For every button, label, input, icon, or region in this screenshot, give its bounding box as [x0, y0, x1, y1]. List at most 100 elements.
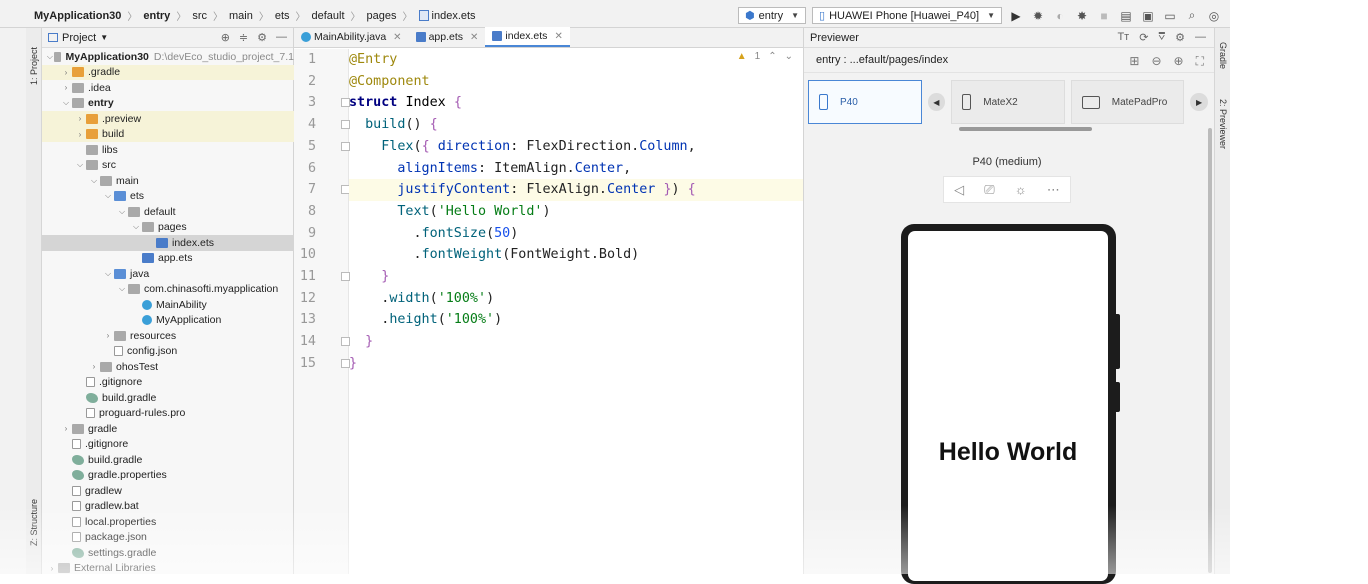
chevron-down-icon[interactable]: ⌵: [116, 207, 128, 217]
code-line[interactable]: Flex({ direction: FlexDirection.Column,: [349, 136, 803, 158]
close-icon[interactable]: ✕: [470, 32, 478, 43]
breadcrumb-item[interactable]: pages: [367, 10, 397, 22]
refresh-icon[interactable]: ⟳: [1139, 31, 1148, 44]
collapse-all-icon[interactable]: ≑: [239, 31, 248, 44]
layout-icon[interactable]: ▣: [1140, 8, 1156, 24]
account-icon[interactable]: ◎: [1206, 8, 1222, 24]
code-line[interactable]: .fontSize(50): [349, 223, 803, 245]
tree-item[interactable]: › .idea: [42, 80, 294, 96]
code-line[interactable]: }: [349, 266, 803, 288]
tree-item[interactable]: ⌵ default: [42, 204, 294, 220]
code-line[interactable]: }: [349, 353, 803, 375]
close-icon[interactable]: ✕: [554, 31, 562, 42]
tree-item[interactable]: ⌵ com.chinasofti.myapplication: [42, 282, 294, 298]
code-area[interactable]: ▲ 1 ⌃ ⌄ @Entry @Component struct Index { b…: [349, 49, 803, 574]
chevron-down-icon[interactable]: ▼: [100, 33, 108, 42]
preview-scrollbar[interactable]: [1208, 128, 1212, 573]
stop-icon[interactable]: ■: [1096, 8, 1112, 24]
tree-item[interactable]: ⌵ main: [42, 173, 294, 189]
close-icon[interactable]: ✕: [393, 32, 401, 43]
tree-item[interactable]: local.properties: [42, 514, 294, 530]
tree-item[interactable]: › resources: [42, 328, 294, 344]
code-line[interactable]: justifyContent: FlexAlign.Center }) {: [349, 179, 803, 201]
project-view-selector[interactable]: Project: [62, 32, 96, 44]
device-card[interactable]: MatePadPro: [1070, 80, 1185, 124]
tree-item[interactable]: MyApplication: [42, 313, 294, 329]
chevron-down-icon[interactable]: ⌵: [130, 222, 142, 232]
breadcrumb-item[interactable]: MyApplication30: [34, 10, 121, 22]
code-line[interactable]: .fontWeight(FontWeight.Bold): [349, 244, 803, 266]
zoom-in-icon[interactable]: ⊕: [1174, 54, 1184, 69]
device-card[interactable]: MateX2: [951, 80, 1065, 124]
code-line[interactable]: build() {: [349, 114, 803, 136]
code-line[interactable]: @Component: [349, 71, 803, 93]
chevron-down-icon[interactable]: ⌵: [60, 98, 72, 108]
zoom-out-icon[interactable]: ⊖: [1151, 54, 1161, 69]
breadcrumb-item[interactable]: entry: [143, 10, 170, 22]
chevron-down-icon[interactable]: ⌵: [102, 191, 114, 201]
tree-item[interactable]: gradle.properties: [42, 468, 294, 484]
code-line[interactable]: Text('Hello World'): [349, 201, 803, 223]
tree-item[interactable]: libs: [42, 142, 294, 158]
tree-item[interactable]: › gradle: [42, 421, 294, 437]
previewer-tool-tab[interactable]: 2: Previewer: [1215, 90, 1231, 158]
code-line[interactable]: .width('100%'): [349, 288, 803, 310]
run-icon[interactable]: ▶: [1008, 8, 1024, 24]
chevron-right-icon[interactable]: ›: [60, 83, 72, 92]
breadcrumb-item[interactable]: src: [192, 10, 207, 22]
tree-item[interactable]: ⌵ java: [42, 266, 294, 282]
locate-icon[interactable]: ⊕: [221, 31, 230, 44]
search-icon[interactable]: ⌕: [1184, 8, 1200, 24]
tree-item[interactable]: › ohosTest: [42, 359, 294, 375]
profile-icon[interactable]: ◐: [1052, 8, 1068, 24]
tree-item[interactable]: gradlew.bat: [42, 499, 294, 515]
chevron-down-icon[interactable]: ⌵: [88, 176, 100, 186]
attach-debugger-icon[interactable]: ✸: [1074, 8, 1090, 24]
phone-screen[interactable]: Hello World: [908, 231, 1108, 581]
more-icon[interactable]: ⋯: [1047, 182, 1060, 198]
chevron-down-icon[interactable]: ⌵: [116, 284, 128, 294]
breadcrumb-item[interactable]: default: [312, 10, 345, 22]
device-manager-icon[interactable]: ▭: [1162, 8, 1178, 24]
chevron-down-icon[interactable]: ⌵: [74, 160, 86, 170]
gear-icon[interactable]: ⚙: [257, 31, 267, 44]
project-tool-tab[interactable]: 1: Project: [26, 34, 42, 98]
tree-item[interactable]: ⌵ pages: [42, 220, 294, 236]
hide-icon[interactable]: —: [276, 31, 287, 44]
tree-item[interactable]: build.gradle: [42, 452, 294, 468]
editor-tab[interactable]: app.ets ✕: [409, 27, 486, 47]
tree-item[interactable]: build.gradle: [42, 390, 294, 406]
device-select[interactable]: ▯ HUAWEI Phone [Huawei_P40] ▼: [812, 7, 1002, 24]
tree-item[interactable]: package.json: [42, 530, 294, 546]
chevron-right-icon[interactable]: ›: [74, 130, 86, 139]
run-config-select[interactable]: ⬢ entry ▼: [738, 7, 807, 24]
tree-item[interactable]: .gitignore: [42, 437, 294, 453]
tree-item[interactable]: › .gradle: [42, 64, 294, 80]
chevron-right-icon[interactable]: ›: [60, 68, 72, 77]
breadcrumb-item[interactable]: main: [229, 10, 253, 22]
code-line[interactable]: struct Index {: [349, 92, 803, 114]
chevron-down-icon[interactable]: ⌵: [102, 269, 114, 279]
code-line[interactable]: alignItems: ItemAlign.Center,: [349, 158, 803, 180]
device-scrollbar[interactable]: [959, 127, 1092, 131]
previous-device-icon[interactable]: ◀: [927, 93, 946, 111]
back-icon[interactable]: ◁: [954, 182, 964, 198]
breadcrumb-item[interactable]: index.ets: [418, 10, 476, 22]
chevron-right-icon[interactable]: ›: [102, 331, 114, 340]
tree-item[interactable]: settings.gradle: [42, 545, 294, 561]
fit-screen-icon[interactable]: ⛶: [1196, 54, 1204, 69]
tree-item[interactable]: MainAbility: [42, 297, 294, 313]
chevron-right-icon[interactable]: ›: [88, 362, 100, 371]
tree-item[interactable]: app.ets: [42, 251, 294, 267]
sync-icon[interactable]: ▤: [1118, 8, 1134, 24]
chevron-right-icon[interactable]: ›: [60, 424, 72, 433]
tree-item[interactable]: proguard-rules.pro: [42, 406, 294, 422]
code-line[interactable]: .height('100%'): [349, 309, 803, 331]
gear-icon[interactable]: ⚙: [1175, 31, 1185, 44]
device-card[interactable]: P40: [808, 80, 922, 124]
tree-item[interactable]: › .preview: [42, 111, 294, 127]
chevron-right-icon[interactable]: ›: [74, 114, 86, 123]
font-size-icon[interactable]: Tт: [1117, 31, 1129, 44]
structure-tool-tab[interactable]: Z: Structure: [26, 490, 42, 554]
tree-item[interactable]: ⌵ entry: [42, 96, 294, 112]
